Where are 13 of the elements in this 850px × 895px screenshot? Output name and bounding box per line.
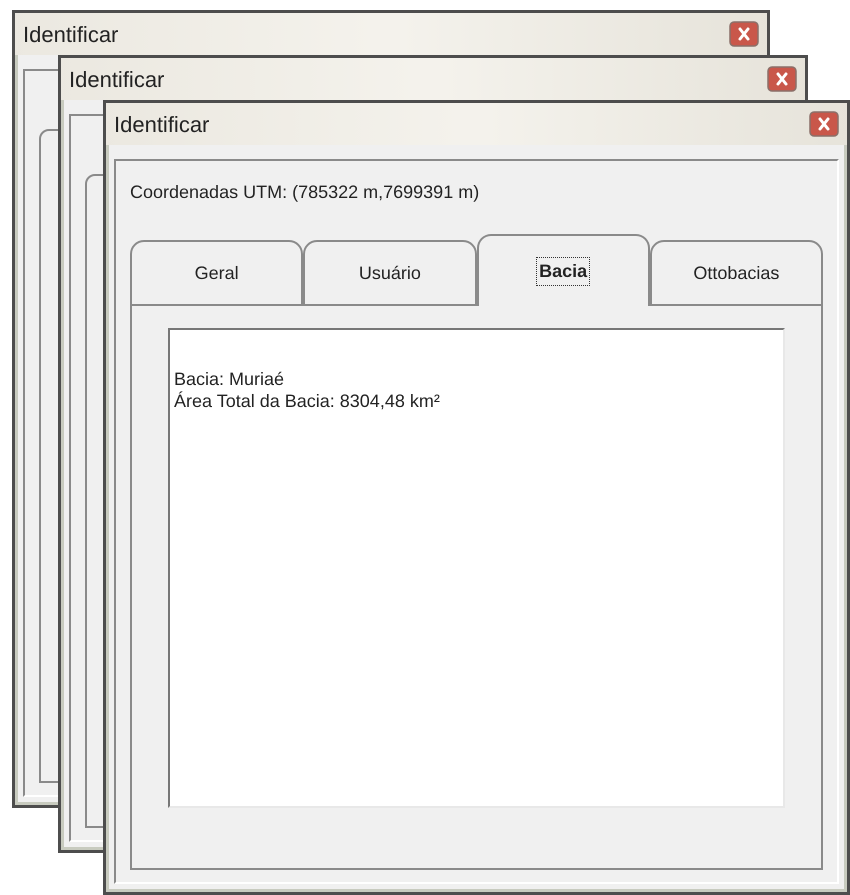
tab[interactable]: Bacia <box>476 234 650 306</box>
window-title: Identificar <box>69 66 164 94</box>
window-title: Identificar <box>114 110 210 138</box>
info-line: Bacia: Muriaé <box>174 368 286 390</box>
close-icon[interactable] <box>729 21 759 47</box>
coordinates-label: Coordenadas UTM: (785322 m,7699391 m) <box>130 181 480 204</box>
close-icon[interactable] <box>767 66 797 92</box>
tab[interactable]: Geral <box>130 240 304 306</box>
info-line: Área Total da Bacia: 8304,48 km² <box>174 390 441 412</box>
tab[interactable]: Ottobacias <box>650 240 823 306</box>
tab[interactable]: Usuário <box>303 240 476 306</box>
window-title: Identificar <box>23 20 118 48</box>
close-icon[interactable] <box>809 111 839 137</box>
